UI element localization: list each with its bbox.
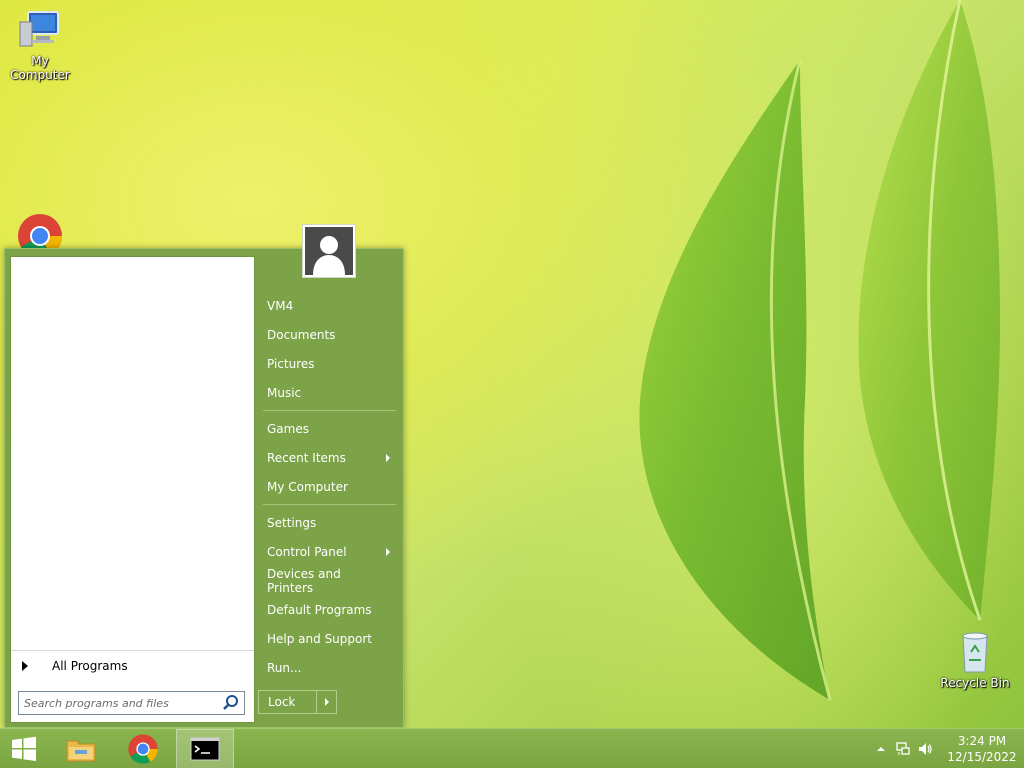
network-tray-button[interactable] [892,729,914,768]
clock[interactable]: 3:24 PM 12/15/2022 [940,733,1024,765]
start-item-games[interactable]: Games [260,414,400,443]
chevron-right-icon [324,698,329,706]
search-input[interactable] [19,693,222,713]
clock-time: 3:24 PM [957,734,1007,748]
start-menu-left-pane: All Programs [10,256,255,723]
chrome-icon [128,734,158,764]
all-programs-button[interactable]: All Programs [11,650,254,680]
system-tray: 3:24 PM 12/15/2022 [870,729,1024,768]
volume-tray-button[interactable] [914,729,936,768]
command-prompt-icon [190,737,220,761]
search-icon[interactable] [222,694,240,712]
taskbar-chrome[interactable] [118,729,168,768]
start-item-label: My Computer [267,479,348,494]
desktop-icon-my-computer[interactable]: My Computer [0,8,80,82]
start-item-label: Music [267,385,302,400]
pinned-programs-list [11,257,254,649]
taskbar-command-prompt[interactable] [176,729,234,768]
start-item-help-and-support[interactable]: Help and Support [260,624,400,653]
triangle-right-icon [22,660,28,671]
start-item-music[interactable]: Music [260,378,400,407]
speaker-icon [919,743,932,755]
start-item-label: Control Panel [267,544,347,559]
start-item-recent-items[interactable]: Recent Items [260,443,400,472]
desktop-icon-label: Recycle Bin [940,676,1010,690]
lock-button[interactable]: Lock [259,691,317,713]
start-item-pictures[interactable]: Pictures [260,349,400,378]
taskbar: 3:24 PM 12/15/2022 [0,728,1024,768]
start-menu-right-pane: VM4 Documents Pictures Music Games Recen… [260,291,400,682]
user-icon [313,236,345,275]
user-avatar[interactable] [302,224,356,278]
windows-logo-icon [12,736,36,761]
start-item-vm4[interactable]: VM4 [260,291,400,320]
start-item-label: Pictures [267,356,315,371]
start-button[interactable] [0,729,48,768]
desktop-icon-recycle-bin[interactable]: Recycle Bin [935,630,1015,690]
start-item-label: Games [267,421,309,436]
chevron-right-icon [386,453,390,462]
computer-icon [19,11,59,47]
folder-icon [66,740,96,762]
start-item-my-computer[interactable]: My Computer [260,472,400,501]
chevron-right-icon [386,547,390,556]
lock-button-group: Lock [258,690,337,714]
start-item-run[interactable]: Run... [260,653,400,682]
all-programs-label: All Programs [52,658,128,673]
separator [263,504,396,505]
start-item-label: Recent Items [267,450,346,465]
show-hidden-icons-button[interactable] [870,729,892,768]
start-item-control-panel[interactable]: Control Panel [260,537,400,566]
desktop-icon-label: My Computer [10,54,70,82]
start-item-label: Default Programs [267,602,372,617]
start-menu: All Programs VM4 Documents Pictures Musi… [4,224,404,728]
start-item-default-programs[interactable]: Default Programs [260,595,400,624]
separator [263,410,396,411]
chevron-up-icon [877,747,885,751]
shutdown-options-button[interactable] [317,691,336,713]
start-item-label: Help and Support [267,631,372,646]
recycle-bin-icon [962,632,988,673]
start-item-label: Devices and Printers [267,566,341,595]
network-icon [896,742,910,755]
start-item-settings[interactable]: Settings [260,508,400,537]
taskbar-file-explorer[interactable] [56,729,106,768]
start-item-label: Documents [267,327,336,342]
start-item-documents[interactable]: Documents [260,320,400,349]
start-item-devices-and-printers[interactable]: Devices and Printers [260,566,400,595]
wallpaper-leaves [639,0,1000,701]
start-item-label: Run... [267,660,302,675]
clock-date: 12/15/2022 [947,750,1017,764]
search-box[interactable] [18,691,245,715]
start-item-label: Settings [267,515,317,530]
start-item-label: VM4 [267,298,294,313]
lock-label: Lock [268,695,296,709]
